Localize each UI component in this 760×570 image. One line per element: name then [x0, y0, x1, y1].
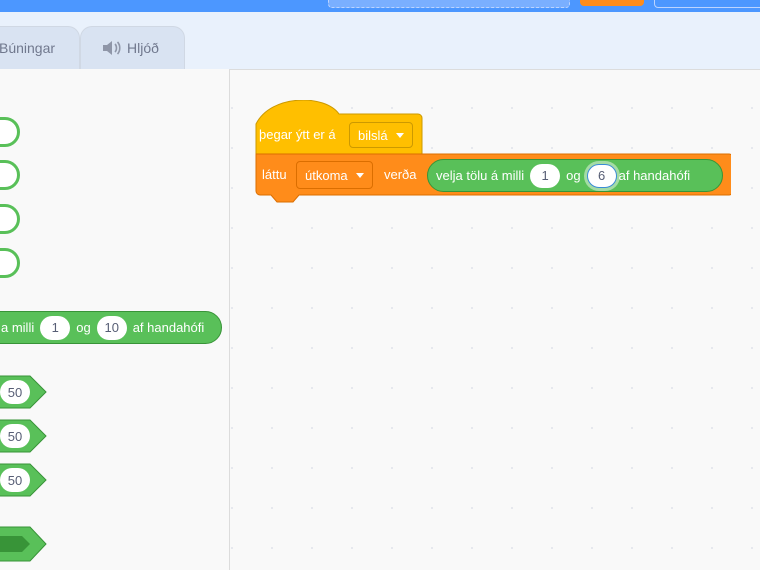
variable-dropdown-value: útkoma: [305, 167, 348, 183]
chevron-down-icon: [355, 172, 364, 178]
random-and: og: [566, 168, 581, 183]
compare-value-input-2[interactable]: 50: [0, 424, 30, 448]
palette-random-suffix: af handahófi: [132, 320, 205, 335]
tab-costumes[interactable]: Búningar: [0, 26, 80, 69]
see-project-page-button[interactable]: [654, 0, 760, 8]
operator-boolean-hex-block[interactable]: [0, 526, 50, 562]
palette-random-prefix: a milli: [1, 320, 35, 335]
share-button[interactable]: [580, 0, 644, 6]
operator-and-block[interactable]: [0, 117, 20, 147]
operator-bool-block[interactable]: [0, 248, 20, 278]
palette-random-from-input[interactable]: 1: [40, 315, 71, 340]
pick-random-block[interactable]: velja tölu á milli 1 og 6 af handahófi: [427, 159, 723, 192]
key-dropdown-value: bilslá: [358, 127, 388, 143]
tab-costumes-label: Búningar: [0, 40, 56, 56]
speaker-icon: [103, 41, 121, 55]
menu-bar: [0, 0, 760, 12]
random-from-input[interactable]: 1: [530, 163, 561, 188]
script-workspace[interactable]: þegar ýtt er á bilslá láttu útkoma verða…: [230, 69, 760, 570]
operator-not-block[interactable]: [0, 204, 20, 234]
random-prefix: velja tölu á milli: [436, 168, 525, 183]
chevron-down-icon: [395, 132, 404, 138]
operator-or-block[interactable]: [0, 160, 20, 190]
compare-value-input-3[interactable]: 50: [0, 468, 30, 492]
tab-sounds-label: Hljóð: [127, 40, 159, 56]
hat-block-label: þegar ýtt er á: [259, 127, 336, 142]
palette-random-and: og: [76, 320, 91, 335]
project-title-field[interactable]: [328, 0, 570, 8]
variable-dropdown[interactable]: útkoma: [296, 161, 373, 189]
compare-value-input-1[interactable]: 50: [0, 380, 30, 404]
palette-random-to-input[interactable]: 10: [96, 315, 127, 340]
random-suffix: af handahófi: [618, 168, 691, 183]
random-to-input[interactable]: 6: [586, 163, 617, 188]
key-dropdown[interactable]: bilslá: [349, 122, 413, 148]
set-block-to-label: verða: [384, 167, 417, 182]
tab-sounds[interactable]: Hljóð: [80, 26, 185, 69]
editor-tabs: Búningar Hljóð: [0, 12, 760, 69]
set-block-label: láttu: [262, 167, 287, 182]
palette-pick-random-block[interactable]: a milli 1 og 10 af handahófi: [0, 311, 222, 344]
block-palette: a milli 1 og 10 af handahófi 50 50 50: [0, 69, 230, 570]
